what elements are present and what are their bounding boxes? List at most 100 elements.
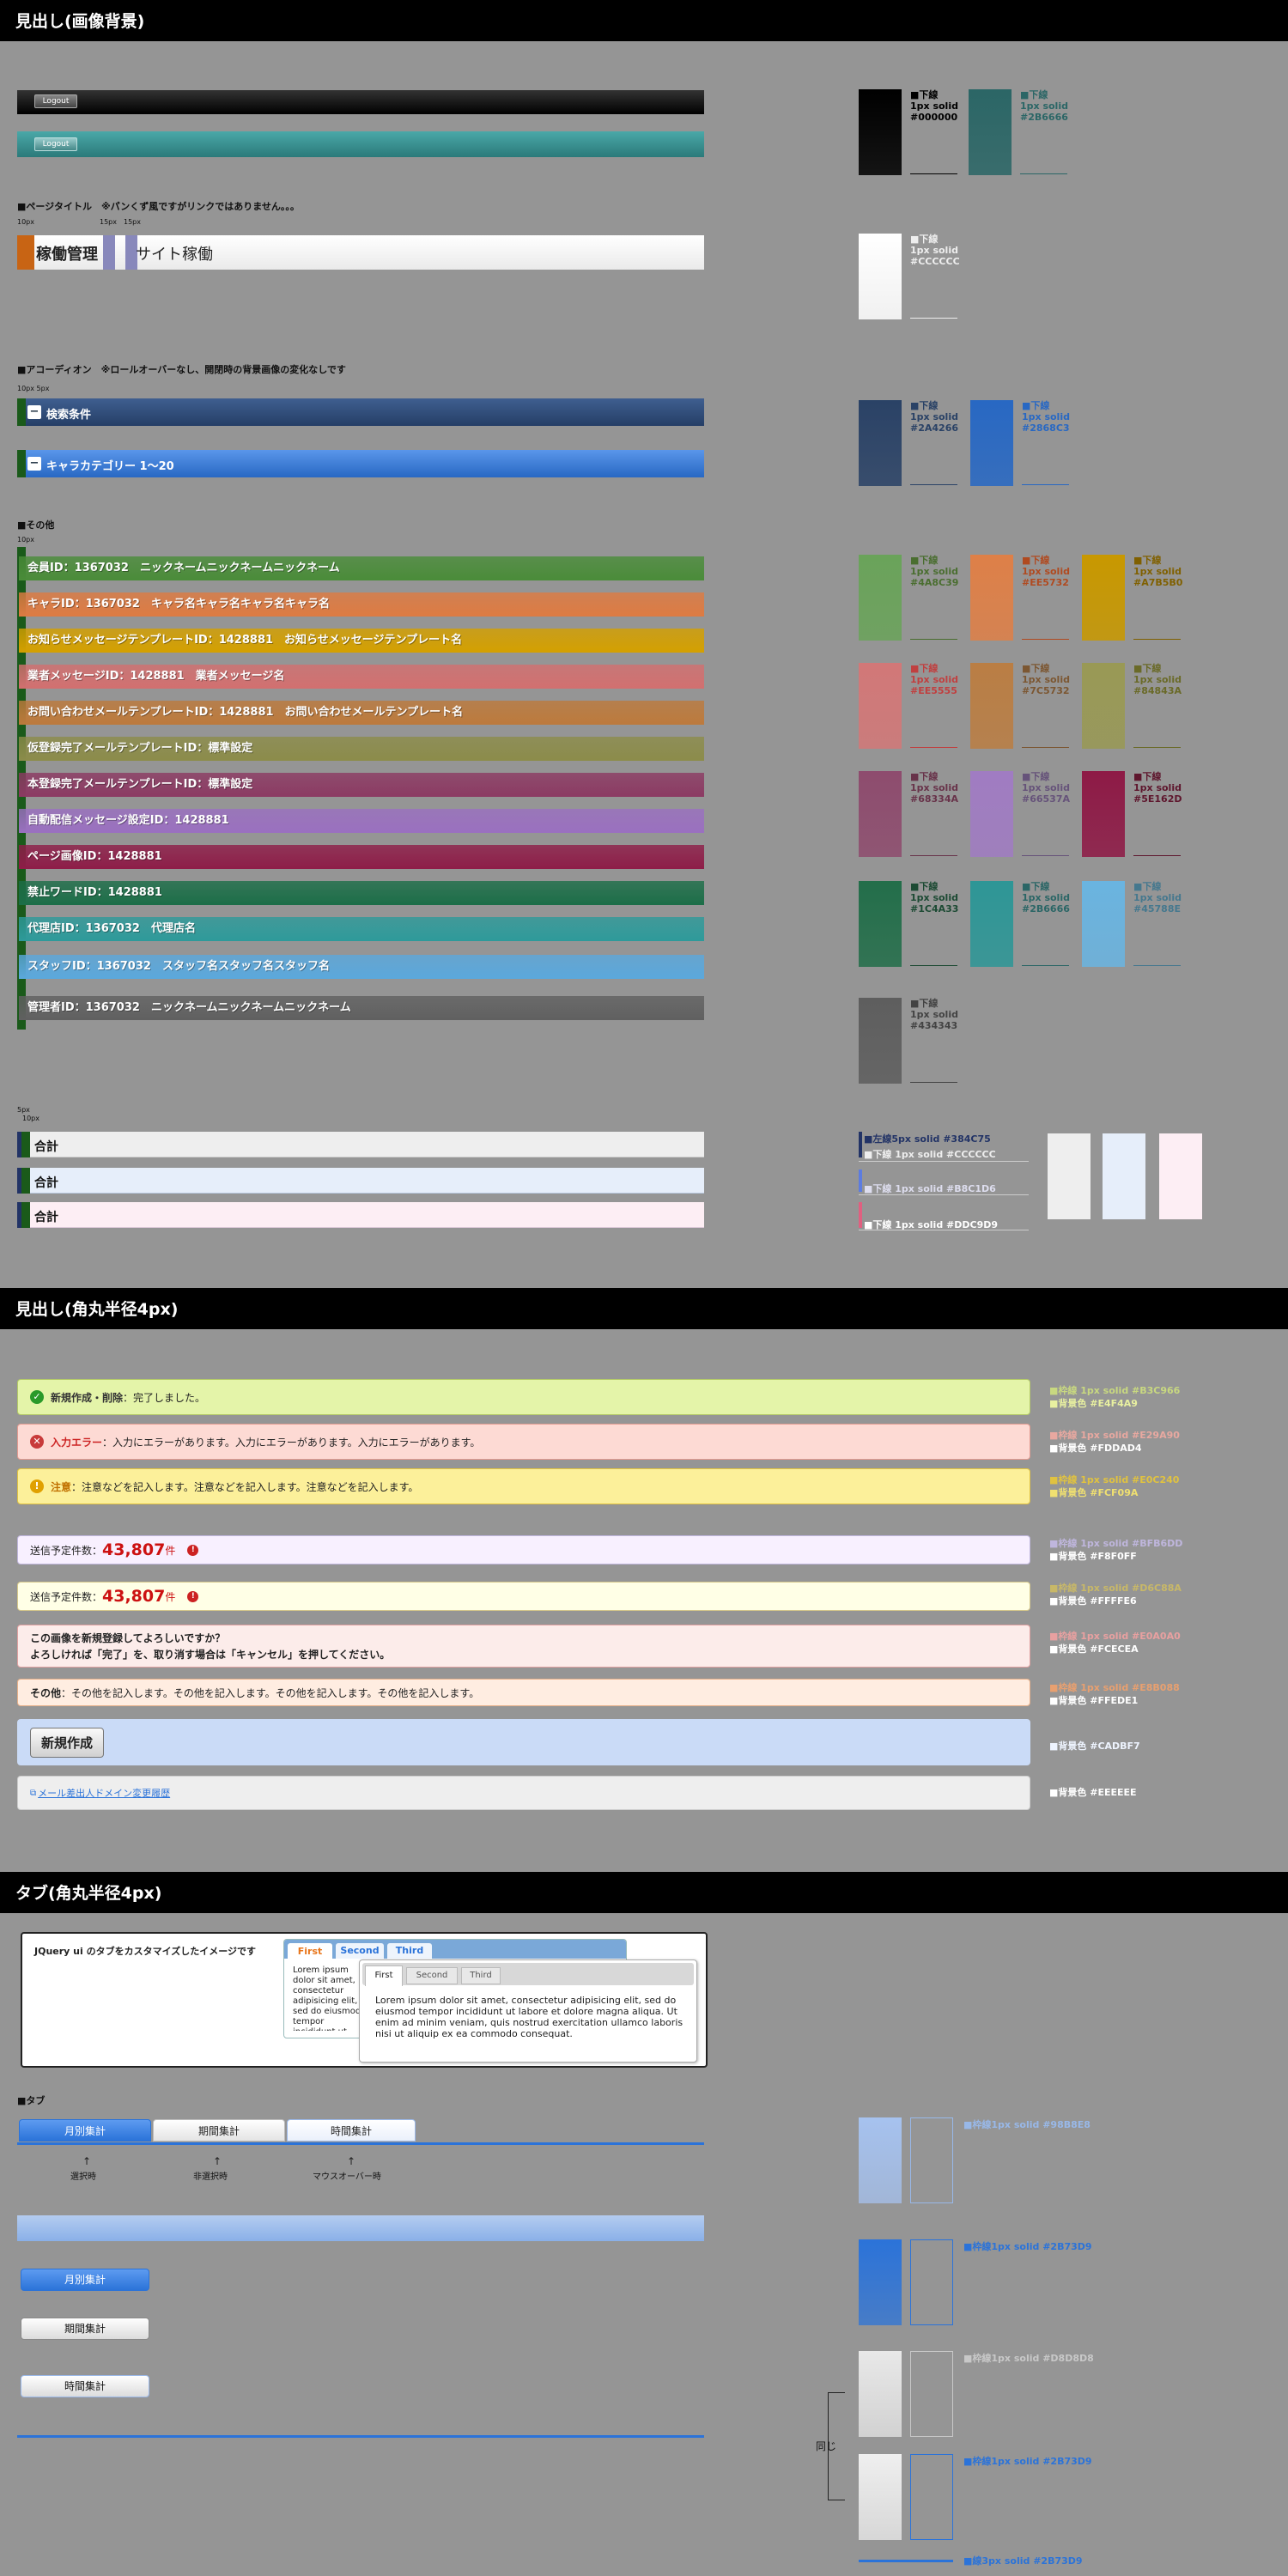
breadcrumb-second: サイト稼働 [136, 246, 213, 264]
swatch-label: ■下線 1px solid #45788E [1133, 881, 1182, 914]
hourly-button[interactable]: 時間集計 [21, 2375, 149, 2397]
legend-border: ■枠線 1px solid #B3C966 [1049, 1385, 1181, 1396]
legend-divider [859, 1161, 1029, 1162]
colored-row: 本登録完了メールテンプレートID：標準設定 [19, 773, 704, 797]
confirm-line1: この画像を新規登録してよろしいですか？ [30, 1632, 226, 1644]
tab-period[interactable]: 期間集計 [153, 2119, 285, 2142]
notice-title: 注意 [51, 1480, 72, 1493]
section-header-image-bg: 見出し(画像背景) [0, 0, 1288, 41]
color-swatch [859, 998, 902, 1084]
tab-monthly[interactable]: 月別集計 [19, 2119, 151, 2142]
accordion-item[interactable]: − キャラカテゴリー 1～20 [17, 450, 704, 477]
dim-label: 10px [22, 1115, 39, 1122]
legend-bg: ■背景色 #FCECEA [1049, 1643, 1139, 1655]
tab-third[interactable]: Third [387, 1943, 432, 1959]
tab-hourly[interactable]: 時間集計 [287, 2119, 416, 2142]
colored-row: お問い合わせメールテンプレートID：1428881 お問い合わせメールテンプレー… [19, 701, 704, 725]
notice-title: 入力エラー [51, 1436, 103, 1449]
tab-third[interactable]: Third [461, 1967, 501, 1984]
legend-item: ■枠線 1px solid #E0C240 ■背景色 #FCF09A [1049, 1473, 1179, 1499]
totals-legend-item: ■下線 1px solid #B8C1D6 [864, 1183, 996, 1194]
status-icon: ! [30, 1479, 44, 1493]
totals-legend-item: ■下線 1px solid #CCCCCC [864, 1149, 996, 1160]
legend-border: ■枠線 1px solid #E0C240 [1049, 1474, 1180, 1485]
swatch-label: ■下線 1px solid #A7B5B0 [1133, 555, 1183, 588]
swatch-underline [1133, 639, 1181, 640]
jquery-caption: JQuery ui のタブをカスタマイズしたイメージです [34, 1946, 257, 1957]
totals-legend-item: ■左線5px solid #384C75 [864, 1133, 991, 1145]
tab-second[interactable]: Second [336, 1943, 384, 1959]
swatch-underline [910, 318, 957, 319]
notice-text: ：完了しました。 [123, 1391, 206, 1404]
period-button[interactable]: 期間集計 [21, 2318, 149, 2340]
legend-item: ■枠線 1px solid #E8B088 ■背景色 #FFEDE1 [1049, 1681, 1180, 1707]
legend-bg: ■背景色 #EEEEEE [1049, 1787, 1137, 1798]
new-button[interactable]: 新規作成 [30, 1727, 105, 1758]
logout-button-teal[interactable]: Logout [34, 137, 77, 151]
tab-swatch [859, 2239, 902, 2325]
accordion-item[interactable]: − 検索条件 [17, 398, 704, 426]
swatch-label: ■下線 1px solid #1C4A33 [910, 881, 959, 914]
swatch-label: ■下線 1px solid #EE5732 [1022, 555, 1070, 588]
section-header-rounded: 見出し(角丸半径4px) [0, 1288, 1288, 1329]
history-link[interactable]: メール差出人ドメイン変更履歴 [38, 1786, 170, 1800]
tab-outline-swatch [910, 2117, 953, 2203]
color-swatch [1082, 555, 1125, 641]
tab-swatch [859, 2117, 902, 2203]
dim-label: 15px [124, 218, 141, 226]
legend-border: ■枠線 1px solid #E0A0A0 [1049, 1631, 1181, 1642]
legend-item: ■背景色 #EEEEEE [1049, 1786, 1137, 1799]
minus-icon[interactable]: − [27, 457, 41, 471]
monthly-button-selected[interactable]: 月別集計 [21, 2269, 149, 2291]
colored-row: ページ画像ID：1428881 [19, 845, 704, 869]
other-text: ：その他を記入します。その他を記入します。その他を記入します。その他を記入します… [61, 1686, 480, 1699]
tab-legend-text: ■枠線1px solid #98B8E8 [963, 2119, 1091, 2130]
total-row: 合計 [17, 1168, 704, 1194]
legend-bg: ■背景色 #FCF09A [1049, 1487, 1139, 1498]
notice-title: 新規作成・削除 [51, 1391, 124, 1404]
swatch-label: ■下線 1px solid #5E162D [1133, 771, 1182, 805]
tab-bar: 月別集計 期間集計 時間集計 [17, 2119, 704, 2145]
logout-button[interactable]: Logout [34, 94, 77, 108]
swatch-label: ■下線 1px solid #2B6666 [1020, 89, 1068, 123]
swatch-underline [1022, 484, 1069, 485]
total-accent [21, 1168, 30, 1194]
tab-strip-bar [17, 2215, 704, 2241]
tab-legend-text: ■枠線1px solid #2B73D9 [963, 2456, 1092, 2467]
legend-item: ■枠線 1px solid #E0A0A0 ■背景色 #FCECEA [1049, 1630, 1181, 1656]
swatch-underline [1133, 965, 1181, 966]
swatch-label: ■下線 1px solid #68334A [910, 771, 958, 805]
jquery-tabs-front: First Second Third Lorem ipsum dolor sit… [359, 1959, 697, 2063]
color-swatch [1082, 881, 1125, 967]
legend-border: ■枠線 1px solid #D6C88A [1049, 1583, 1182, 1594]
accordion-edge [17, 398, 26, 426]
other-title: その他 [30, 1686, 62, 1699]
tab-first[interactable]: First [288, 1943, 332, 1960]
arrow-icon: ↑ [347, 2155, 356, 2167]
color-swatch [970, 400, 1013, 486]
swatch-underline [1133, 855, 1181, 856]
black-header-bar: Logout [17, 90, 704, 114]
dim-label: 10px [17, 218, 34, 226]
breadcrumb-first: 稼働管理 [36, 246, 98, 264]
minus-icon[interactable]: − [27, 405, 41, 419]
tab-outline-swatch [910, 2454, 953, 2540]
tab-second[interactable]: Second [406, 1967, 458, 1984]
swatch-underline [910, 484, 957, 485]
color-swatch [859, 881, 902, 967]
page-title-label: ■ページタイトル ※パンくず風ですがリンクではありません。。。 [17, 201, 300, 212]
section-title: 見出し(画像背景) [15, 12, 145, 31]
bg-swatch [1159, 1133, 1202, 1219]
state-label: マウスオーバー時 [313, 2172, 381, 2182]
swatch-underline [910, 173, 957, 174]
colored-row: 禁止ワードID：1428881 [19, 881, 704, 905]
swatch-underline [910, 747, 957, 748]
arrow-icon: ↑ [82, 2155, 92, 2167]
tab-first[interactable]: First [365, 1965, 403, 1986]
notice-box: ✓ 新規作成・削除 ：完了しました。 [17, 1379, 1030, 1415]
line-sample [859, 2560, 953, 2562]
scheduled-count: 43,807 [102, 1587, 166, 1606]
total-accent [21, 1132, 30, 1157]
alert-icon: ! [187, 1590, 199, 1602]
colored-row: 代理店ID：1367032 代理店名 [19, 917, 704, 941]
